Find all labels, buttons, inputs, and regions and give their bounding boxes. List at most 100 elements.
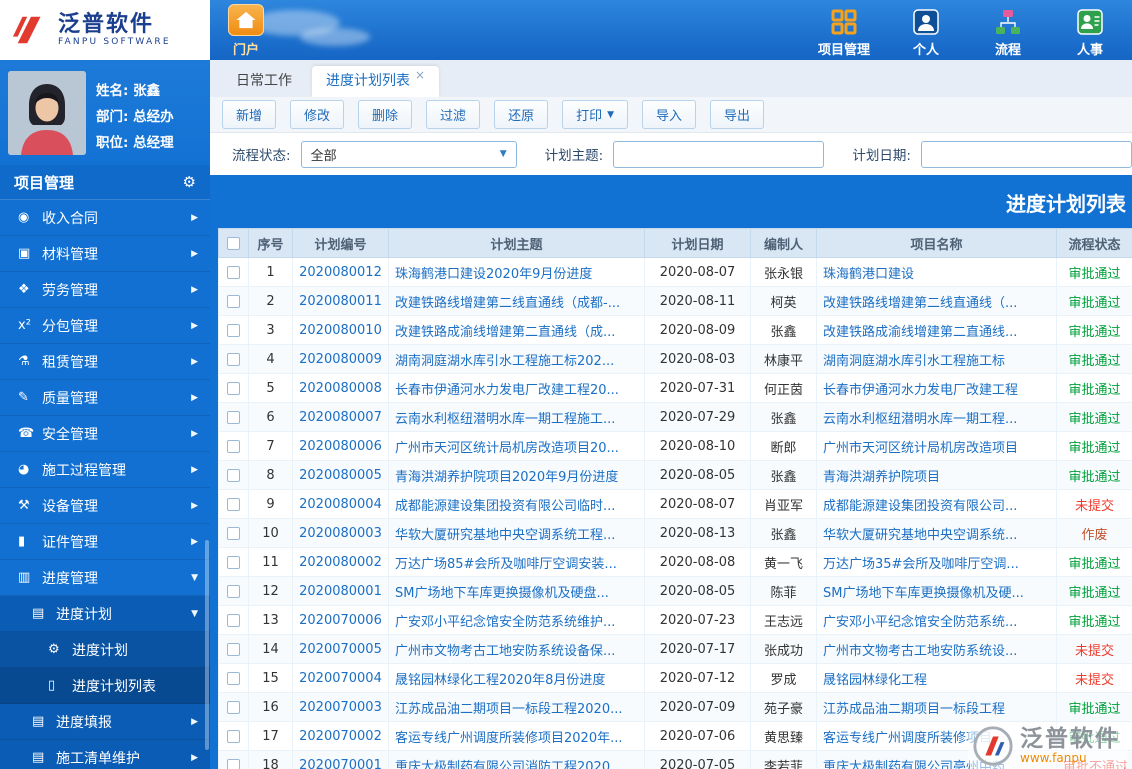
plan-topic-link[interactable]: 长春市伊通河水力发电厂改建工程20... xyxy=(389,374,645,403)
column-header[interactable]: 流程状态 xyxy=(1057,229,1132,258)
nav-item-hr[interactable]: 人事 xyxy=(1060,6,1120,58)
row-checkbox[interactable] xyxy=(227,759,240,769)
sidebar-menu-item[interactable]: ❖ 劳务管理 ▶ xyxy=(0,272,210,308)
plan-code-link[interactable]: 2020080004 xyxy=(293,490,389,519)
project-name-link[interactable]: 万达广场35#会所及咖啡厅空调... xyxy=(817,548,1057,577)
project-name-link[interactable]: 广州市文物考古工地安防系统设... xyxy=(817,635,1057,664)
project-name-link[interactable]: 改建铁路线增建第二线直通线（... xyxy=(817,287,1057,316)
plan-code-link[interactable]: 2020080012 xyxy=(293,258,389,287)
table-row[interactable]: 4 2020080009 湖南洞庭湖水库引水工程施工标202... 2020-0… xyxy=(219,345,1132,374)
plan-topic-link[interactable]: 华软大厦研究基地中央空调系统工程... xyxy=(389,519,645,548)
table-row[interactable]: 5 2020080008 长春市伊通河水力发电厂改建工程20... 2020-0… xyxy=(219,374,1132,403)
portal-nav-item[interactable]: 门户 xyxy=(222,4,270,58)
gear-icon[interactable]: ⚙ xyxy=(183,173,196,191)
plan-code-link[interactable]: 2020080009 xyxy=(293,345,389,374)
column-header[interactable]: 序号 xyxy=(249,229,293,258)
plan-code-link[interactable]: 2020080003 xyxy=(293,519,389,548)
project-name-link[interactable]: 云南水利枢纽潜明水库一期工程... xyxy=(817,403,1057,432)
table-row[interactable]: 10 2020080003 华软大厦研究基地中央空调系统工程... 2020-0… xyxy=(219,519,1132,548)
plan-code-link[interactable]: 2020080008 xyxy=(293,374,389,403)
sidebar-menu-item[interactable]: ◕ 施工过程管理 ▶ xyxy=(0,452,210,488)
sidebar-menu-item[interactable]: ▣ 材料管理 ▶ xyxy=(0,236,210,272)
sidebar-menu-item[interactable]: ▥ 进度管理 ▼ xyxy=(0,560,210,596)
sidebar-scrollbar[interactable] xyxy=(205,540,209,750)
toolbar-button[interactable]: 删除 xyxy=(358,100,412,129)
row-checkbox[interactable] xyxy=(227,498,240,511)
row-checkbox[interactable] xyxy=(227,585,240,598)
project-name-link[interactable]: 长春市伊通河水力发电厂改建工程 xyxy=(817,374,1057,403)
row-checkbox[interactable] xyxy=(227,730,240,743)
project-name-link[interactable]: 珠海鹤港口建设 xyxy=(817,258,1057,287)
table-row[interactable]: 13 2020070006 广安邓小平纪念馆安全防范系统维护... 2020-0… xyxy=(219,606,1132,635)
toolbar-button[interactable]: 新增 xyxy=(222,100,276,129)
plan-code-link[interactable]: 2020070001 xyxy=(293,751,389,769)
table-row[interactable]: 6 2020080007 云南水利枢纽潜明水库一期工程施工... 2020-07… xyxy=(219,403,1132,432)
row-checkbox[interactable] xyxy=(227,324,240,337)
sidebar-menu-item[interactable]: ⚗ 租赁管理 ▶ xyxy=(0,344,210,380)
nav-item-personal[interactable]: 个人 xyxy=(896,6,956,58)
plan-topic-link[interactable]: 湖南洞庭湖水库引水工程施工标202... xyxy=(389,345,645,374)
plan-topic-link[interactable]: 成都能源建设集团投资有限公司临时... xyxy=(389,490,645,519)
row-checkbox[interactable] xyxy=(227,382,240,395)
sidebar-menu-item[interactable]: ⚒ 设备管理 ▶ xyxy=(0,488,210,524)
sidebar-menu-item[interactable]: ✎ 质量管理 ▶ xyxy=(0,380,210,416)
project-name-link[interactable]: 湖南洞庭湖水库引水工程施工标 xyxy=(817,345,1057,374)
plan-code-link[interactable]: 2020070006 xyxy=(293,606,389,635)
toolbar-button[interactable]: 过滤 xyxy=(426,100,480,129)
project-name-link[interactable]: 江苏成品油二期项目一标段工程 xyxy=(817,693,1057,722)
plan-code-link[interactable]: 2020080010 xyxy=(293,316,389,345)
table-row[interactable]: 17 2020070002 客运专线广州调度所装修项目2020年... 2020… xyxy=(219,722,1132,751)
sidebar-menu-item[interactable]: ▤ 进度计划 ▼ xyxy=(0,596,210,632)
date-filter-input[interactable] xyxy=(921,141,1132,168)
project-name-link[interactable]: 晟铭园林绿化工程 xyxy=(817,664,1057,693)
plan-topic-link[interactable]: 广州市文物考古工地安防系统设备保... xyxy=(389,635,645,664)
sidebar-menu-item[interactable]: ▤ 进度填报 ▶ xyxy=(0,704,210,740)
row-checkbox[interactable] xyxy=(227,614,240,627)
tab[interactable]: 日常工作 xyxy=(222,66,306,97)
column-header[interactable]: 计划主题 xyxy=(389,229,645,258)
sidebar-menu-item[interactable]: x² 分包管理 ▶ xyxy=(0,308,210,344)
plan-code-link[interactable]: 2020080005 xyxy=(293,461,389,490)
plan-topic-link[interactable]: 广安邓小平纪念馆安全防范系统维护... xyxy=(389,606,645,635)
table-row[interactable]: 14 2020070005 广州市文物考古工地安防系统设备保... 2020-0… xyxy=(219,635,1132,664)
project-name-link[interactable]: 客运专线广州调度所装修项目 xyxy=(817,722,1057,751)
row-checkbox[interactable] xyxy=(227,266,240,279)
table-row[interactable]: 1 2020080012 珠海鹤港口建设2020年9月份进度 2020-08-0… xyxy=(219,258,1132,287)
plan-code-link[interactable]: 2020070005 xyxy=(293,635,389,664)
plan-topic-link[interactable]: 万达广场85#会所及咖啡厅空调安装... xyxy=(389,548,645,577)
project-name-link[interactable]: 成都能源建设集团投资有限公司... xyxy=(817,490,1057,519)
row-checkbox[interactable] xyxy=(227,295,240,308)
row-checkbox[interactable] xyxy=(227,701,240,714)
project-name-link[interactable]: SM广场地下车库更换摄像机及硬... xyxy=(817,577,1057,606)
table-row[interactable]: 2 2020080011 改建铁路线增建第二线直通线（成都-... 2020-0… xyxy=(219,287,1132,316)
toolbar-button[interactable]: 修改 xyxy=(290,100,344,129)
row-checkbox[interactable] xyxy=(227,440,240,453)
project-name-link[interactable]: 改建铁路成渝线增建第二直通线... xyxy=(817,316,1057,345)
select-all-checkbox[interactable] xyxy=(227,237,240,250)
sidebar-menu-item[interactable]: ▮ 证件管理 ▶ xyxy=(0,524,210,560)
row-checkbox[interactable] xyxy=(227,469,240,482)
project-name-link[interactable]: 华软大厦研究基地中央空调系统... xyxy=(817,519,1057,548)
plan-code-link[interactable]: 2020080002 xyxy=(293,548,389,577)
plan-code-link[interactable]: 2020080006 xyxy=(293,432,389,461)
plan-topic-link[interactable]: SM广场地下车库更换摄像机及硬盘... xyxy=(389,577,645,606)
plan-topic-link[interactable]: 重庆太极制药有限公司消防工程2020... xyxy=(389,751,645,769)
plan-topic-link[interactable]: 云南水利枢纽潜明水库一期工程施工... xyxy=(389,403,645,432)
column-header[interactable]: 项目名称 xyxy=(817,229,1057,258)
project-name-link[interactable]: 广州市天河区统计局机房改造项目 xyxy=(817,432,1057,461)
project-name-link[interactable]: 广安邓小平纪念馆安全防范系统... xyxy=(817,606,1057,635)
plan-code-link[interactable]: 2020070004 xyxy=(293,664,389,693)
topic-filter-input[interactable] xyxy=(613,141,824,168)
nav-item-project-management[interactable]: 项目管理 xyxy=(814,6,874,58)
row-checkbox[interactable] xyxy=(227,411,240,424)
toolbar-button[interactable]: 打印 ▼ xyxy=(562,100,628,129)
toolbar-button[interactable]: 还原 xyxy=(494,100,548,129)
table-row[interactable]: 18 2020070001 重庆太极制药有限公司消防工程2020... 2020… xyxy=(219,751,1132,769)
close-icon[interactable]: × xyxy=(415,68,425,82)
plan-topic-link[interactable]: 改建铁路成渝线增建第二直通线（成... xyxy=(389,316,645,345)
toolbar-button[interactable]: 导出 xyxy=(710,100,764,129)
row-checkbox[interactable] xyxy=(227,527,240,540)
table-row[interactable]: 15 2020070004 晟铭园林绿化工程2020年8月份进度 2020-07… xyxy=(219,664,1132,693)
plan-topic-link[interactable]: 珠海鹤港口建设2020年9月份进度 xyxy=(389,258,645,287)
plan-code-link[interactable]: 2020070003 xyxy=(293,693,389,722)
